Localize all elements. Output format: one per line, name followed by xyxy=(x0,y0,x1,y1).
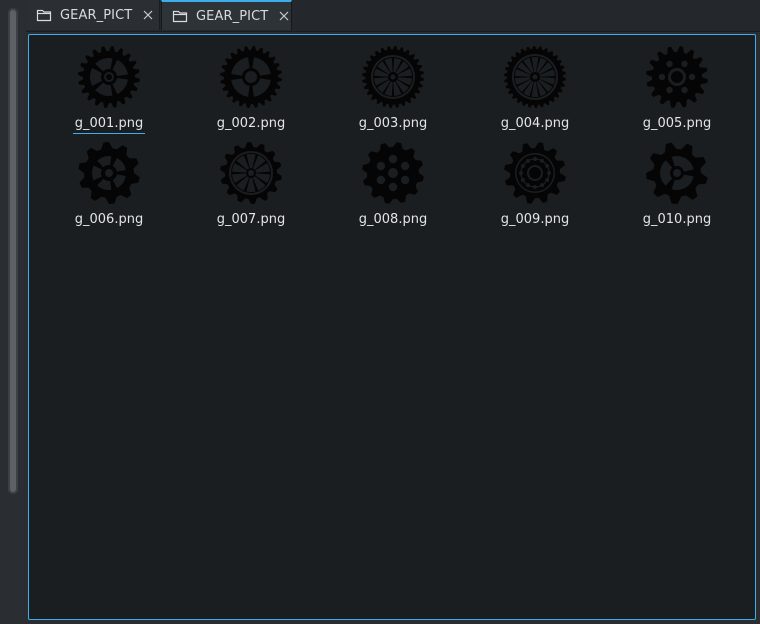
gear-icon xyxy=(646,142,708,204)
file-item[interactable]: g_008.png xyxy=(338,141,448,235)
tab-label: GEAR_PICT xyxy=(60,7,133,23)
file-item[interactable]: g_002.png xyxy=(196,45,306,139)
gear-icon xyxy=(504,142,566,204)
gear-icon xyxy=(78,142,140,204)
file-name: g_006.png xyxy=(74,212,144,227)
file-name: g_010.png xyxy=(642,212,712,227)
file-name: g_003.png xyxy=(358,116,428,131)
tab-label: GEAR_PICT xyxy=(196,8,269,24)
close-icon[interactable] xyxy=(278,10,290,22)
folder-icon xyxy=(172,10,188,23)
file-item[interactable]: g_010.png xyxy=(622,141,732,235)
file-item[interactable]: g_001.png xyxy=(54,45,164,139)
file-item[interactable]: g_003.png xyxy=(338,45,448,139)
gear-icon xyxy=(504,46,566,108)
gear-icon xyxy=(362,46,424,108)
sidebar-scrollbar-thumb[interactable] xyxy=(10,10,16,492)
file-name: g_009.png xyxy=(500,212,570,227)
file-item[interactable]: g_004.png xyxy=(480,45,590,139)
file-item[interactable]: g_006.png xyxy=(54,141,164,235)
file-name: g_001.png xyxy=(72,116,146,134)
icon-view[interactable]: g_001.png g_002.png g_003.png g_004.png … xyxy=(28,34,756,620)
gear-icon xyxy=(362,142,424,204)
file-item[interactable]: g_007.png xyxy=(196,141,306,235)
gear-icon xyxy=(220,46,282,108)
gear-icon xyxy=(646,46,708,108)
close-icon[interactable] xyxy=(142,9,154,21)
file-name: g_008.png xyxy=(358,212,428,227)
folder-icon xyxy=(36,9,52,22)
file-name: g_005.png xyxy=(642,116,712,131)
tab-gear-pict-2[interactable]: GEAR_PICT xyxy=(161,0,292,30)
file-item[interactable]: g_009.png xyxy=(480,141,590,235)
file-name: g_004.png xyxy=(500,116,570,131)
file-manager-window: GEAR_PICT GEAR_PICT g_001.png g_002.png … xyxy=(0,0,760,624)
file-name: g_007.png xyxy=(216,212,286,227)
gear-icon xyxy=(78,46,140,108)
tab-bar: GEAR_PICT GEAR_PICT xyxy=(26,0,760,32)
file-item[interactable]: g_005.png xyxy=(622,45,732,139)
gear-icon xyxy=(220,142,282,204)
file-name: g_002.png xyxy=(216,116,286,131)
tab-gear-pict-1[interactable]: GEAR_PICT xyxy=(26,0,160,30)
